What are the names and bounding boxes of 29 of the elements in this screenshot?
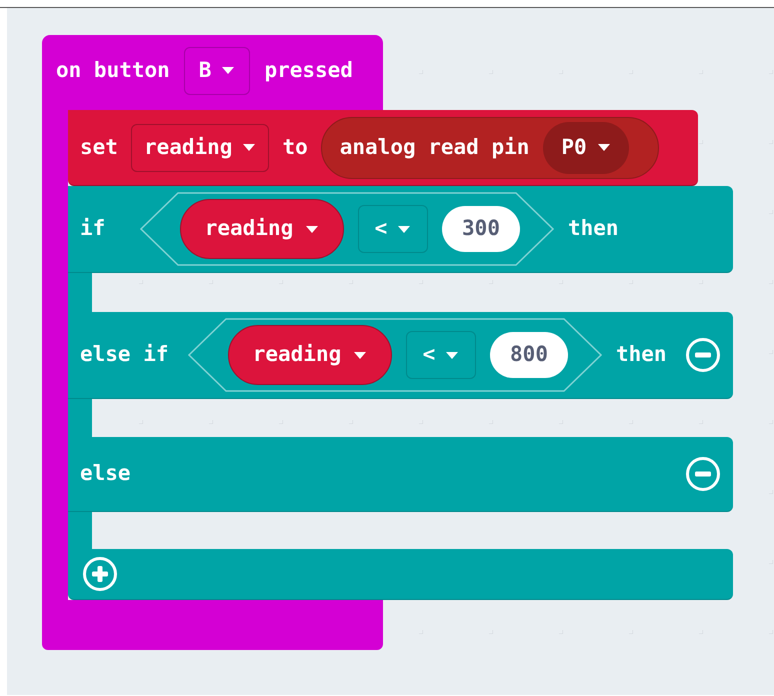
block-label: else if xyxy=(80,341,170,368)
block-label: then xyxy=(616,341,667,368)
caret-icon xyxy=(596,143,611,152)
block-label: set xyxy=(80,134,118,161)
dropdown[interactable]: B xyxy=(184,46,250,94)
block-label: analog read pin xyxy=(340,134,530,161)
dropdown[interactable]: < xyxy=(358,205,428,253)
minus-icon[interactable] xyxy=(685,337,721,373)
block-label: then xyxy=(568,215,619,242)
caret-icon xyxy=(305,224,320,234)
caret-icon xyxy=(221,66,236,75)
block-label: to xyxy=(282,134,308,161)
block-label: else xyxy=(80,460,131,488)
plus-icon[interactable] xyxy=(82,556,118,592)
caret-icon xyxy=(445,350,460,360)
minus-icon[interactable] xyxy=(685,456,721,492)
number-field[interactable]: 300 xyxy=(442,206,520,252)
dropdown[interactable]: reading xyxy=(130,124,270,172)
variable-block[interactable]: reading xyxy=(228,325,392,385)
variable-block[interactable]: reading xyxy=(180,199,344,259)
caret-icon xyxy=(242,143,256,152)
block-label: pressed xyxy=(264,56,353,84)
dropdown[interactable]: P0 xyxy=(543,122,629,174)
number-field[interactable]: 800 xyxy=(490,332,568,378)
caret-icon xyxy=(353,350,368,360)
block-label: on button xyxy=(56,56,170,84)
dropdown[interactable]: < xyxy=(406,331,476,379)
block-label: if xyxy=(80,215,106,242)
caret-icon xyxy=(397,224,412,234)
